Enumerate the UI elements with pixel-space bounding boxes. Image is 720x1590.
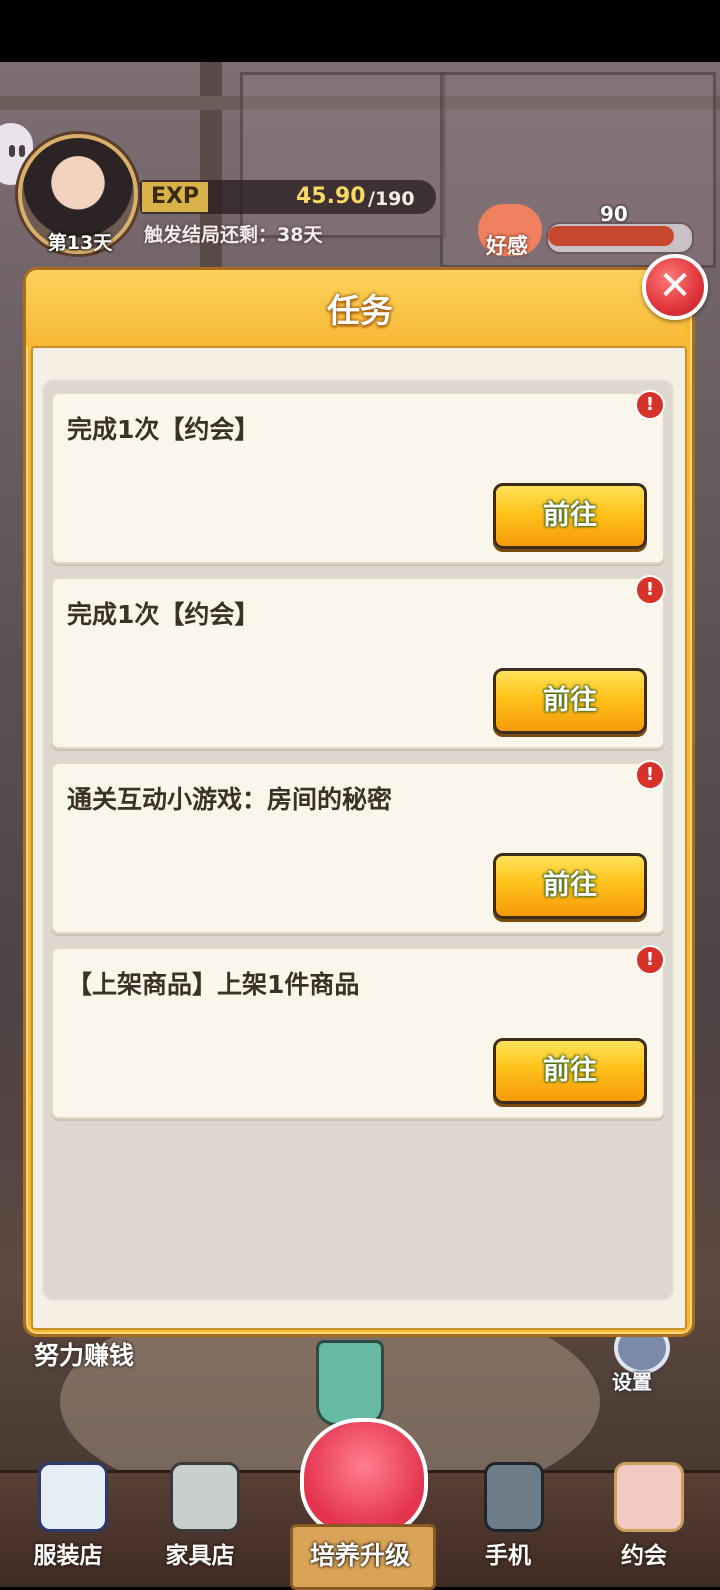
go-button[interactable]: 前往	[493, 853, 647, 919]
nav-label: 手机	[485, 1543, 531, 1569]
task-text: 完成1次【约会】	[67, 415, 260, 444]
ending-countdown: 触发结局还剩：38天	[144, 224, 323, 246]
nav-label: 服装店	[33, 1543, 103, 1569]
nav-label: 约会	[621, 1543, 667, 1569]
nav-item-furniture-store[interactable]: 家具店	[140, 1452, 260, 1584]
exp-max: /190	[368, 188, 415, 210]
phone-icon	[484, 1462, 544, 1532]
task-text: 完成1次【约会】	[67, 600, 260, 629]
basket-icon	[316, 1340, 384, 1426]
settings-label[interactable]: 设置	[612, 1366, 652, 1395]
modal-title: 任务	[327, 291, 393, 330]
nav-item-date[interactable]: 约会	[584, 1452, 704, 1584]
status-bar	[0, 0, 720, 62]
task-card: 通关互动小游戏：房间的秘密 ! 前往	[51, 760, 665, 934]
go-button[interactable]: 前往	[493, 483, 647, 549]
go-button[interactable]: 前往	[493, 1038, 647, 1104]
task-card: 完成1次【约会】 ! 前往	[51, 575, 665, 749]
nav-item-clothing-store[interactable]: 服装店	[8, 1452, 128, 1584]
go-button[interactable]: 前往	[493, 668, 647, 734]
alert-icon: !	[635, 390, 665, 420]
nav-label: 培养升级	[309, 1541, 410, 1570]
close-icon[interactable]: ✕	[642, 254, 708, 320]
task-card: 【上架商品】上架1件商品 ! 前往	[51, 945, 665, 1119]
day-counter: 第13天	[47, 232, 113, 254]
cupid-heart-icon	[300, 1418, 428, 1536]
exp-tag: EXP	[142, 182, 208, 212]
sofa-icon	[170, 1462, 240, 1532]
alert-icon: !	[635, 945, 665, 975]
bouquet-icon	[614, 1462, 684, 1532]
task-text: 【上架商品】上架1件商品	[67, 970, 360, 999]
favor-bar-fill	[548, 226, 674, 246]
exp-value: 45.90	[296, 184, 366, 209]
favor-value: 90	[600, 202, 628, 226]
task-text: 通关互动小游戏：房间的秘密	[67, 785, 393, 814]
uniform-icon	[38, 1462, 108, 1532]
nav-label: 家具店	[165, 1543, 235, 1569]
favor-label: 好感	[486, 234, 528, 258]
alert-icon: !	[635, 575, 665, 605]
alert-icon: !	[635, 760, 665, 790]
nav-item-phone[interactable]: 手机	[448, 1452, 568, 1584]
earn-money-label[interactable]: 努力赚钱	[34, 1336, 134, 1372]
task-card: 完成1次【约会】 ! 前往	[51, 390, 665, 564]
nav-item-training-upgrade[interactable]: 培养升级	[276, 1418, 444, 1590]
